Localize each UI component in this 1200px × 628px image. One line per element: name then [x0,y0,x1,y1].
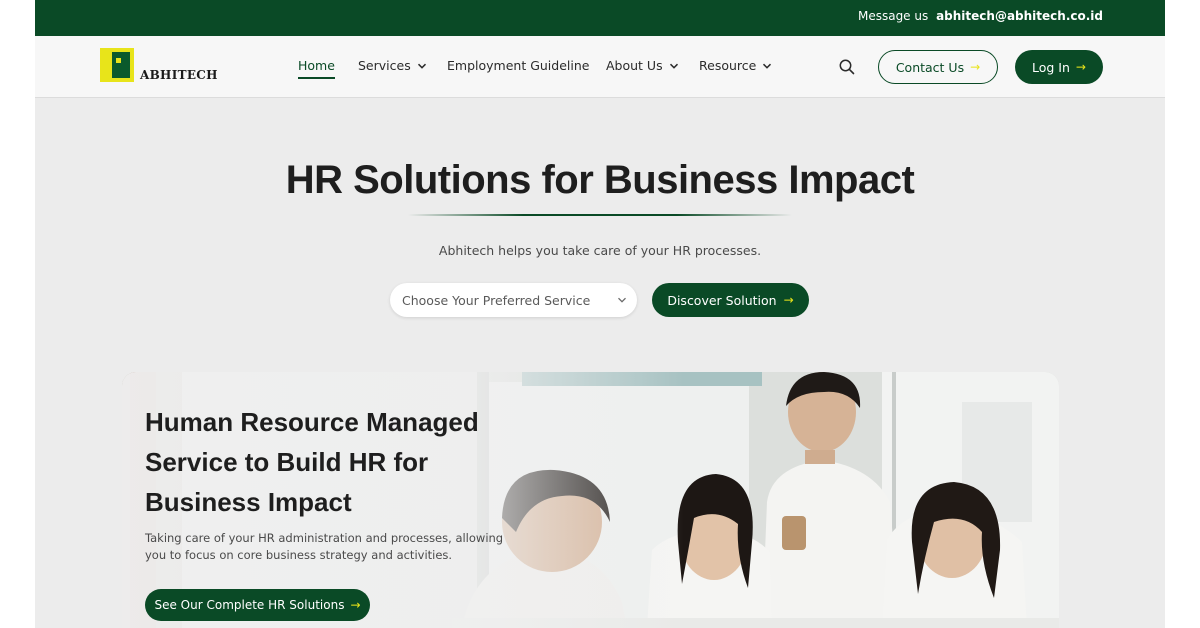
search-icon[interactable] [838,58,856,76]
arrow-right-icon: → [970,60,981,74]
log-in-button[interactable]: Log In → [1015,50,1103,84]
feature-title: Human Resource Managed Service to Build … [145,407,479,517]
discover-solution-label: Discover Solution [667,292,777,308]
nav-item-label: About Us [606,58,663,73]
main-navbar: ABHITECH Home Services Employment Guidel… [35,36,1165,98]
site-frame: Message us abhitech@abhitech.co.id ABHIT… [35,0,1165,628]
brand-name: ABHITECH [140,68,218,82]
nav-item-about-us[interactable]: About Us [606,58,679,73]
nav-item-employment-guideline[interactable]: Employment Guideline [447,58,589,73]
message-label: Message us [857,9,929,23]
contact-us-label: Contact Us [895,59,965,75]
nav-item-label: Employment Guideline [447,58,590,73]
nav-item-home[interactable]: Home [298,58,335,79]
top-contact-bar: Message us abhitech@abhitech.co.id [35,0,1165,36]
see-hr-solutions-label: See Our Complete HR Solutions [154,598,345,612]
log-in-label: Log In [1032,59,1070,75]
service-select[interactable]: Choose Your Preferred Service [390,283,637,317]
email-link[interactable]: abhitech@abhitech.co.id [936,9,1103,23]
hero-title: HR Solutions for Business Impact [285,158,915,202]
hero-subtitle: Abhitech helps you take care of your HR … [438,243,762,258]
nav-item-label: Resource [699,58,757,73]
arrow-right-icon: → [350,598,361,612]
top-message: Message us abhitech@abhitech.co.id [858,9,1103,23]
hero-divider [408,214,792,216]
nav-item-resource[interactable]: Resource [699,58,772,73]
service-select-placeholder: Choose Your Preferred Service [402,292,591,308]
nav-item-label: Services [358,58,411,73]
chevron-down-icon [417,63,426,69]
chevron-down-icon [669,63,678,69]
chevron-down-icon [763,63,772,69]
arrow-right-icon: → [1075,60,1086,74]
nav-item-services[interactable]: Services [358,58,427,73]
arrow-right-icon: → [783,293,794,307]
brand-logo[interactable]: ABHITECH [100,48,220,88]
abhitech-logo-icon [100,48,134,82]
chevron-down-icon [618,297,626,303]
discover-solution-button[interactable]: Discover Solution → [652,283,809,317]
page: Message us abhitech@abhitech.co.id ABHIT… [0,0,1200,628]
see-hr-solutions-button[interactable]: See Our Complete HR Solutions → [145,589,370,621]
feature-card: Human Resource Managed Service to Build … [122,372,1059,628]
feature-description: Taking care of your HR administration an… [145,531,504,562]
contact-us-button[interactable]: Contact Us → [878,50,998,84]
nav-item-label: Home [298,58,335,73]
